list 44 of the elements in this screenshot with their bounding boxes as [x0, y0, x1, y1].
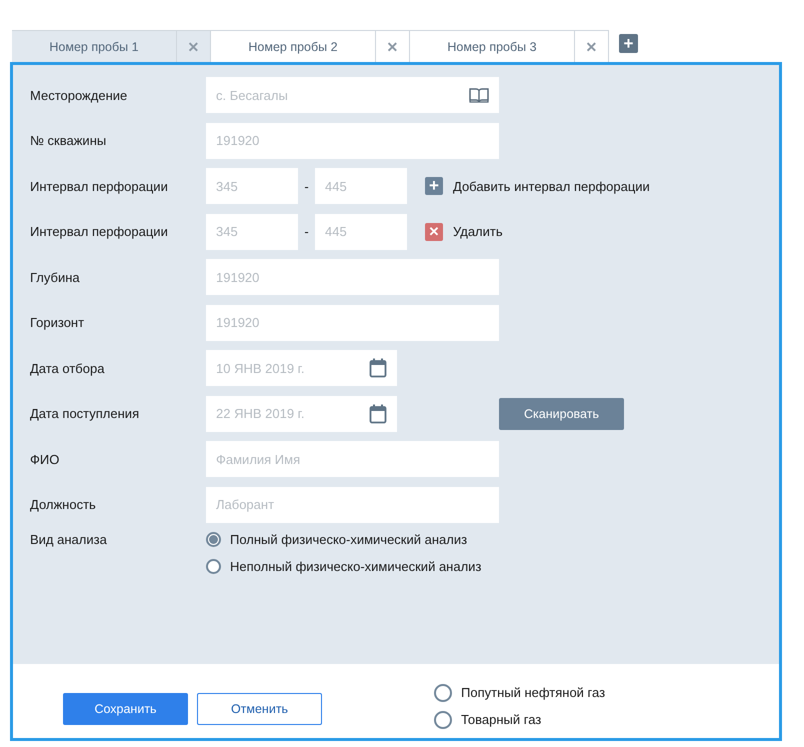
- action-link[interactable]: Удалить: [453, 224, 503, 239]
- radio-label: Попутный нефтяной газ: [461, 685, 606, 700]
- field-label: Дата поступления: [30, 406, 140, 421]
- field-label: Глубина: [30, 270, 81, 284]
- field-label: Дата отбора: [30, 360, 106, 376]
- delete-button[interactable]: ✕: [425, 222, 443, 240]
- input-field[interactable]: с. Бесагалы: [206, 77, 499, 113]
- date-field[interactable]: 22 ЯНВ 2019 г.: [206, 396, 397, 432]
- field-label: Вид анализа: [30, 532, 108, 547]
- radio-button[interactable]: [206, 532, 221, 547]
- scan-button[interactable]: Сканировать: [499, 398, 624, 430]
- calendar-icon[interactable]: [369, 404, 387, 424]
- field-label: ФИО: [30, 452, 60, 466]
- range-separator: -: [303, 224, 310, 239]
- cancel-button[interactable]: Отменить: [197, 693, 322, 725]
- close-tab-button[interactable]: ✕: [574, 30, 609, 62]
- radio-label: Полный физическо-химический анализ: [230, 532, 468, 547]
- radio-button[interactable]: [206, 559, 221, 574]
- field-label: Месторождение: [30, 88, 128, 102]
- book-icon[interactable]: [469, 87, 489, 103]
- input-field[interactable]: 191920: [206, 122, 499, 158]
- radio-label: Товарный газ: [461, 712, 542, 727]
- add-button[interactable]: +: [425, 177, 443, 195]
- date-field[interactable]: 10 ЯНВ 2019 г.: [206, 350, 397, 386]
- field-label: Интервал перфорации: [30, 178, 169, 194]
- input-field[interactable]: Лаборант: [206, 486, 499, 522]
- radio-button[interactable]: [434, 710, 452, 728]
- calendar-icon[interactable]: [369, 358, 387, 378]
- add-tab-button[interactable]: +: [619, 34, 638, 53]
- range-separator: -: [303, 178, 310, 194]
- close-tab-button[interactable]: ✕: [375, 30, 410, 62]
- field-label: Должность: [30, 497, 97, 512]
- save-button[interactable]: Сохранить: [63, 693, 188, 725]
- input-field[interactable]: Фамилия Имя: [206, 441, 499, 477]
- tab[interactable]: Номер пробы 1: [12, 30, 176, 62]
- input-field[interactable]: 191920: [206, 304, 499, 340]
- radio-label: Неполный физическо-химический анализ: [230, 559, 482, 574]
- field-label: № скважины: [30, 133, 108, 148]
- close-tab-button[interactable]: ✕: [176, 30, 211, 62]
- input-field[interactable]: 191920: [206, 259, 499, 295]
- field-label: Интервал перфорации: [30, 224, 169, 239]
- action-link[interactable]: Добавить интервал перфорации: [453, 178, 650, 194]
- field-label: Горизонт: [30, 315, 86, 330]
- radio-button[interactable]: [434, 684, 452, 702]
